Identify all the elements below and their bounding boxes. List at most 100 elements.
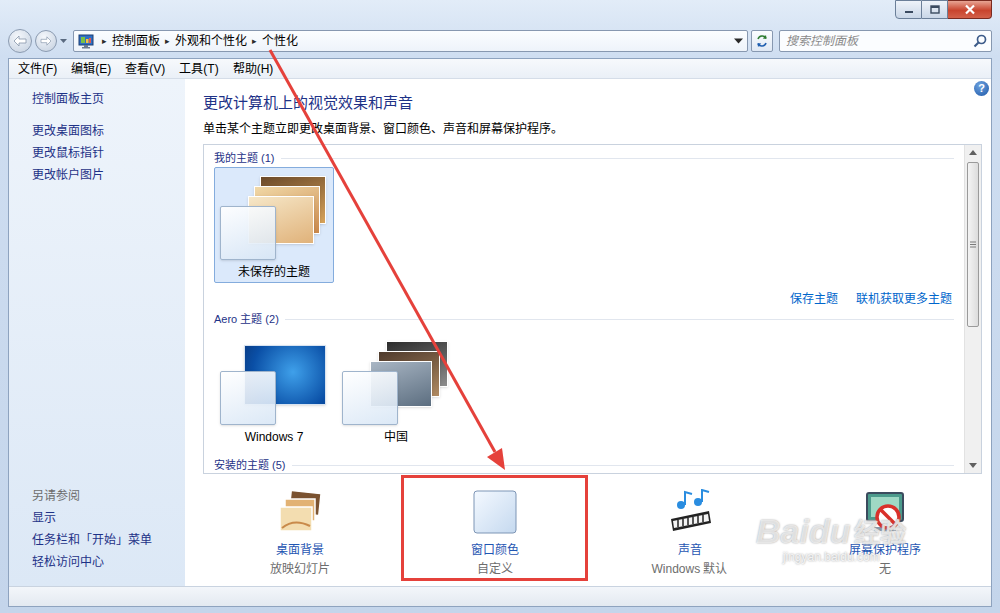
window-glass [220,206,276,260]
divider [281,158,955,159]
minimize-button[interactable] [895,0,922,19]
theme-label[interactable]: 未保存的主题 [238,264,310,280]
menu-bar: 文件(F)编辑(E)查看(V)工具(T)帮助(H) [9,59,991,79]
maximize-icon [930,5,940,14]
theme-row: 未保存的主题 [214,167,954,283]
body: 控制面板主页更改桌面图标更改鼠标指针更改帐户图片 另请参阅显示任务栏和「开始」菜… [9,79,991,586]
page-heading: 更改计算机上的视觉效果和声音 [203,93,982,113]
close-button[interactable] [948,0,992,19]
setting-item[interactable]: 桌面背景放映幻灯片 [206,475,393,581]
theme-thumbnail [340,337,452,427]
close-icon [964,4,976,15]
sidebar-link[interactable]: 更改帐户图片 [32,167,185,183]
personalize-settings: 桌面背景放映幻灯片窗口颜色自定义声音Windows 默认屏幕保护程序无 [203,474,982,586]
watermark: Baidu经验jingyan.baidu.com [756,512,906,564]
search-input[interactable] [786,32,973,50]
setting-label[interactable]: 桌面背景 [276,542,324,558]
back-arrow-icon [13,35,27,47]
setting-value: 放映幻灯片 [270,561,330,577]
theme-tile[interactable]: 中国 [336,332,456,448]
title-bar [0,0,1000,28]
address-dropdown-icon[interactable] [734,38,743,44]
setting-item[interactable]: 声音 Windows 默认 [596,475,783,581]
theme-group-header: 我的主题 (1) [214,149,954,167]
help-button[interactable]: ? [974,81,989,96]
setting-label[interactable]: 窗口颜色 [471,542,519,558]
sidebar-link[interactable]: 控制面板主页 [32,91,185,107]
sound-icon [665,488,715,536]
theme-link[interactable]: 保存主题 [790,291,838,307]
status-bar [9,586,991,606]
theme-list: 我的主题 (1) 未保存的主题保存主题 联机获取更多主题 Aero 主题 (2) Win… [203,144,982,474]
theme-tile[interactable]: Windows 7 [214,332,334,448]
see-also-link[interactable]: 任务栏和「开始」菜单 [32,532,185,548]
scroll-down-icon [969,463,977,468]
breadcrumb: ▸控制面板▸外观和个性化▸个性化 [78,33,734,49]
breadcrumb-item[interactable]: 控制面板 [112,33,160,49]
control-panel-icon [78,33,96,49]
theme-row: Windows 7 中国 [214,332,954,448]
menu-item[interactable]: 帮助(H) [226,61,281,77]
setting-item[interactable]: 窗口颜色自定义 [401,475,588,581]
divider [292,465,955,466]
menu-item[interactable]: 文件(F) [11,61,64,77]
window-glass [220,371,276,425]
theme-link[interactable]: 联机获取更多主题 [856,291,952,307]
watermark-url: jingyan.baidu.com [783,550,880,564]
see-also-link[interactable]: 显示 [32,510,185,526]
menu-item[interactable]: 工具(T) [172,61,225,77]
setting-item[interactable]: 屏幕保护程序无 [791,475,978,581]
window: ▸控制面板▸外观和个性化▸个性化 文件(F)编辑(E)查看(V)工具(T)帮助(… [0,0,1000,613]
breadcrumb-separator[interactable]: ▸ [97,33,112,49]
screen-saver-icon [860,488,910,536]
theme-group-title: 安装的主题 (5) [214,458,286,472]
setting-label[interactable]: 屏幕保护程序 [849,542,921,558]
history-dropdown-icon[interactable] [60,38,67,44]
sidebar-link[interactable]: 更改桌面图标 [32,123,185,139]
back-button[interactable] [8,29,32,53]
maximize-button[interactable] [922,0,948,19]
watermark-brand: Baidu [756,512,850,550]
window-glass [342,371,398,425]
breadcrumb-separator[interactable]: ▸ [247,33,262,49]
refresh-icon [755,34,769,48]
setting-label[interactable]: 声音 [678,542,702,558]
menu-item[interactable]: 编辑(E) [64,61,118,77]
scrollbar[interactable] [964,145,981,473]
annotation-arrow [0,0,1000,613]
watermark-label: 经验 [854,516,906,550]
spacer [214,448,954,456]
setting-value: Windows 默认 [651,561,727,577]
see-also-link[interactable]: 轻松访问中心 [32,554,185,570]
search-icon[interactable] [973,34,987,48]
divider [285,319,954,320]
theme-label[interactable]: 中国 [384,429,408,445]
scroll-up-icon [969,150,977,155]
theme-thumbnail [218,172,330,262]
scroll-thumb[interactable] [967,162,979,327]
sidebar: 控制面板主页更改桌面图标更改鼠标指针更改帐户图片 另请参阅显示任务栏和「开始」菜… [9,79,185,586]
theme-group-title: Aero 主题 (2) [214,312,279,326]
sidebar-link[interactable]: 更改鼠标指针 [32,145,185,161]
theme-groups: 我的主题 (1) 未保存的主题保存主题 联机获取更多主题 Aero 主题 (2) Win… [204,145,964,473]
see-also: 另请参阅显示任务栏和「开始」菜单轻松访问中心 [32,488,185,570]
menu-item[interactable]: 查看(V) [118,61,172,77]
window-color-icon [470,488,520,536]
theme-label[interactable]: Windows 7 [245,429,304,445]
window-controls [895,0,992,19]
setting-value: 无 [879,561,891,577]
breadcrumb-separator[interactable]: ▸ [160,33,175,49]
breadcrumb-item[interactable]: 个性化 [262,33,298,49]
refresh-button[interactable] [751,30,773,52]
forward-arrow-icon [40,36,52,46]
forward-button[interactable] [35,30,57,52]
theme-group-title: 我的主题 (1) [214,151,275,165]
theme-tile[interactable]: 未保存的主题 [214,167,334,283]
sidebar-links: 控制面板主页更改桌面图标更改鼠标指针更改帐户图片 [32,91,185,183]
address-bar[interactable]: ▸控制面板▸外观和个性化▸个性化 [73,30,748,52]
main-panel: ?更改计算机上的视觉效果和声音单击某个主题立即更改桌面背景、窗口颜色、声音和屏幕… [185,79,991,586]
breadcrumb-item[interactable]: 外观和个性化 [175,33,247,49]
search-box [779,30,992,52]
theme-thumbnail [218,337,330,427]
minimize-icon [904,6,914,14]
